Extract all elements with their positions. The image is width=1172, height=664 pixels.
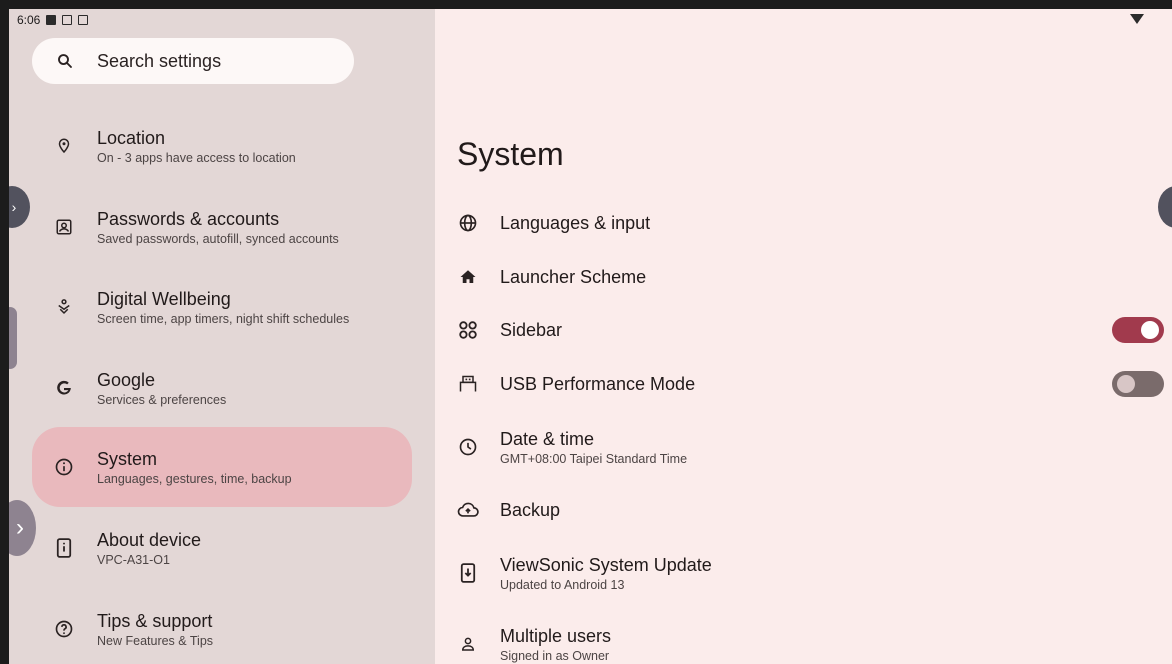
nav-item-system[interactable]: System Languages, gestures, time, backup — [32, 427, 412, 507]
setting-title: Launcher Scheme — [500, 267, 647, 287]
nav-item-location[interactable]: Location On - 3 apps have access to loca… — [32, 106, 412, 186]
page-title: System — [457, 136, 564, 172]
nav-item-title: About device — [97, 529, 202, 550]
nav-item-subtitle: Screen time, app timers, night shift sch… — [97, 311, 350, 326]
setting-title: Date & time — [500, 428, 595, 449]
device-info-icon — [52, 536, 76, 560]
toggle-knob — [1141, 321, 1159, 339]
setting-date-time[interactable]: Date & time GMT+08:00 Taipei Standard Ti… — [435, 424, 1172, 470]
setting-title: ViewSonic System Update — [500, 554, 712, 575]
cloud-backup-icon — [456, 498, 480, 522]
nav-item-title: System — [97, 448, 158, 469]
nav-item-tips-support[interactable]: Tips & support New Features & Tips — [32, 589, 412, 664]
nav-item-subtitle: VPC-A31-O1 — [97, 552, 170, 567]
setting-usb-performance-mode[interactable]: USB Performance Mode — [435, 362, 1172, 406]
nav-item-title: Google — [97, 369, 156, 390]
clock-icon — [456, 435, 480, 459]
setting-title: Multiple users — [500, 625, 612, 646]
setting-viewsonic-system-update[interactable]: ViewSonic System Update Updated to Andro… — [435, 550, 1172, 596]
setting-subtitle: GMT+08:00 Taipei Standard Time — [500, 451, 688, 466]
chevron-right-icon: › — [16, 514, 24, 541]
sidebar-toggle[interactable] — [1112, 317, 1164, 343]
setting-title: Languages & input — [500, 213, 651, 233]
search-placeholder: Search settings — [97, 50, 222, 71]
info-icon — [52, 455, 76, 479]
wifi-icon — [1130, 14, 1144, 24]
google-icon — [52, 376, 76, 400]
setting-backup[interactable]: Backup — [435, 488, 1172, 532]
notification-icon — [78, 15, 89, 25]
system-update-icon — [456, 561, 480, 585]
nav-item-passwords-accounts[interactable]: Passwords & accounts Saved passwords, au… — [32, 187, 412, 267]
nav-item-title: Passwords & accounts — [97, 208, 280, 229]
status-bar: 6:06 — [17, 12, 89, 28]
setting-launcher-scheme[interactable]: Launcher Scheme — [435, 255, 1172, 299]
setting-title: Backup — [500, 500, 561, 520]
setting-title: USB Performance Mode — [500, 374, 696, 394]
setting-languages-input[interactable]: Languages & input — [435, 201, 1172, 245]
account-box-icon — [52, 215, 76, 239]
notification-icon — [46, 15, 57, 25]
nav-item-google[interactable]: Google Services & preferences — [32, 348, 412, 428]
wellbeing-icon — [52, 295, 76, 319]
usb-icon — [456, 372, 480, 396]
search-bar[interactable]: Search settings — [32, 38, 354, 84]
setting-subtitle: Signed in as Owner — [500, 648, 610, 663]
status-time: 6:06 — [17, 13, 41, 27]
nav-item-subtitle: New Features & Tips — [97, 633, 214, 648]
nav-item-subtitle: Services & preferences — [97, 392, 227, 407]
help-icon — [52, 617, 76, 641]
home-icon — [456, 265, 480, 289]
side-handle[interactable] — [3, 307, 17, 369]
usb-performance-toggle[interactable] — [1112, 371, 1164, 397]
setting-sidebar[interactable]: Sidebar — [435, 308, 1172, 352]
person-icon — [456, 632, 480, 656]
nav-item-subtitle: Languages, gestures, time, backup — [97, 471, 292, 486]
globe-icon — [456, 211, 480, 235]
location-pin-icon — [52, 134, 76, 158]
nav-item-subtitle: Saved passwords, autofill, synced accoun… — [97, 231, 339, 246]
nav-item-title: Tips & support — [97, 610, 213, 631]
nav-item-about-device[interactable]: About device VPC-A31-O1 — [32, 508, 412, 588]
nav-item-digital-wellbeing[interactable]: Digital Wellbeing Screen time, app timer… — [32, 267, 412, 347]
search-icon — [54, 50, 76, 72]
notification-icon — [62, 15, 73, 25]
nav-item-subtitle: On - 3 apps have access to location — [97, 150, 296, 165]
setting-subtitle: Updated to Android 13 — [500, 577, 625, 592]
nav-item-title: Location — [97, 127, 166, 148]
toggle-knob — [1117, 375, 1135, 393]
nav-item-title: Digital Wellbeing — [97, 288, 231, 309]
setting-title: Sidebar — [500, 320, 563, 340]
setting-multiple-users[interactable]: Multiple users Signed in as Owner — [435, 622, 1172, 664]
chevron-right-icon: › — [11, 199, 17, 215]
sidebar-icon — [456, 318, 480, 342]
